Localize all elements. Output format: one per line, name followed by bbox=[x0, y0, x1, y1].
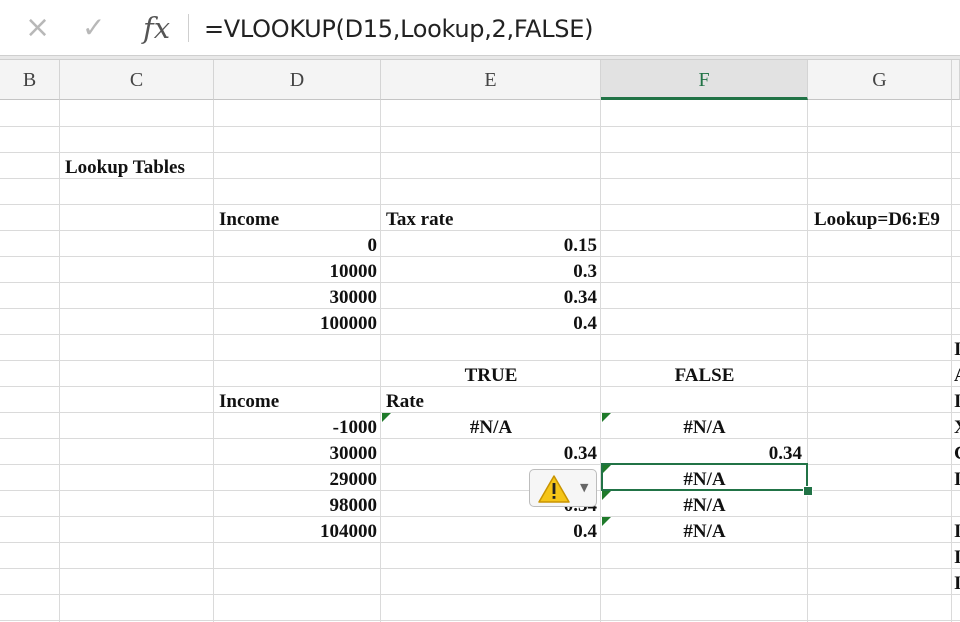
table1-income-cell[interactable]: 100000 bbox=[214, 311, 377, 337]
active-cell-selection[interactable] bbox=[601, 463, 808, 491]
table1-rate-cell[interactable]: 0.15 bbox=[381, 233, 597, 259]
error-check-button[interactable]: ▼ bbox=[529, 469, 597, 507]
table2-income-cell[interactable]: 104000 bbox=[214, 519, 377, 545]
insert-function-button[interactable]: fx bbox=[143, 8, 170, 48]
fill-handle[interactable] bbox=[803, 486, 813, 496]
column-header-c[interactable]: C bbox=[60, 60, 214, 100]
table2-header-rate: Rate bbox=[386, 391, 424, 412]
table2-income-cell[interactable]: 30000 bbox=[214, 441, 378, 467]
table2-true-cell[interactable]: #N/A bbox=[381, 415, 601, 441]
table2-header-income: Income bbox=[219, 391, 280, 412]
column-header-b[interactable]: B bbox=[0, 60, 60, 100]
table2-income-cell[interactable]: -1000 bbox=[214, 415, 377, 441]
table2-header-false: FALSE bbox=[674, 365, 735, 386]
column-header-f[interactable]: F bbox=[601, 60, 808, 100]
named-range-note: Lookup=D6:E9 bbox=[814, 209, 940, 230]
formula-input[interactable]: =VLOOKUP(D15,Lookup,2,FALSE) bbox=[204, 9, 593, 49]
table1-rate-cell[interactable]: 0.34 bbox=[381, 285, 597, 311]
table2-true-cell[interactable]: 0.4 bbox=[381, 519, 597, 545]
column-header-d[interactable]: D bbox=[214, 60, 381, 100]
table2-income-cell[interactable]: 98000 bbox=[214, 493, 378, 519]
table1-header-tax-rate: Tax rate bbox=[386, 209, 454, 230]
column-header-h[interactable] bbox=[952, 60, 960, 100]
formula-bar-divider bbox=[188, 14, 189, 42]
enter-icon[interactable]: ✓ bbox=[82, 8, 105, 48]
formula-bar: × ✓ fx =VLOOKUP(D15,Lookup,2,FALSE) bbox=[0, 0, 960, 56]
warning-icon bbox=[538, 475, 570, 503]
table1-rate-cell[interactable]: 0.4 bbox=[381, 311, 597, 337]
dropdown-arrow-icon: ▼ bbox=[580, 481, 589, 494]
table2-false-cell[interactable]: #N/A bbox=[601, 415, 808, 441]
table2-false-cell[interactable]: #N/A bbox=[601, 493, 808, 519]
column-header-e[interactable]: E bbox=[381, 60, 601, 100]
table2-true-cell[interactable]: 0.34 bbox=[381, 441, 597, 467]
table1-income-cell[interactable]: 30000 bbox=[214, 285, 378, 311]
table1-header-income: Income bbox=[219, 209, 280, 230]
table1-income-cell[interactable]: 10000 bbox=[214, 259, 378, 285]
cancel-icon[interactable]: × bbox=[25, 8, 50, 48]
table2-header-true: TRUE bbox=[464, 365, 518, 386]
section-title: Lookup Tables bbox=[65, 157, 185, 178]
table2-false-cell[interactable]: #N/A bbox=[601, 519, 808, 545]
table1-income-cell[interactable]: 0 bbox=[214, 233, 378, 259]
column-header-g[interactable]: G bbox=[808, 60, 952, 100]
table2-income-cell[interactable]: 29000 bbox=[214, 467, 378, 493]
table1-rate-cell[interactable]: 0.3 bbox=[381, 259, 597, 285]
